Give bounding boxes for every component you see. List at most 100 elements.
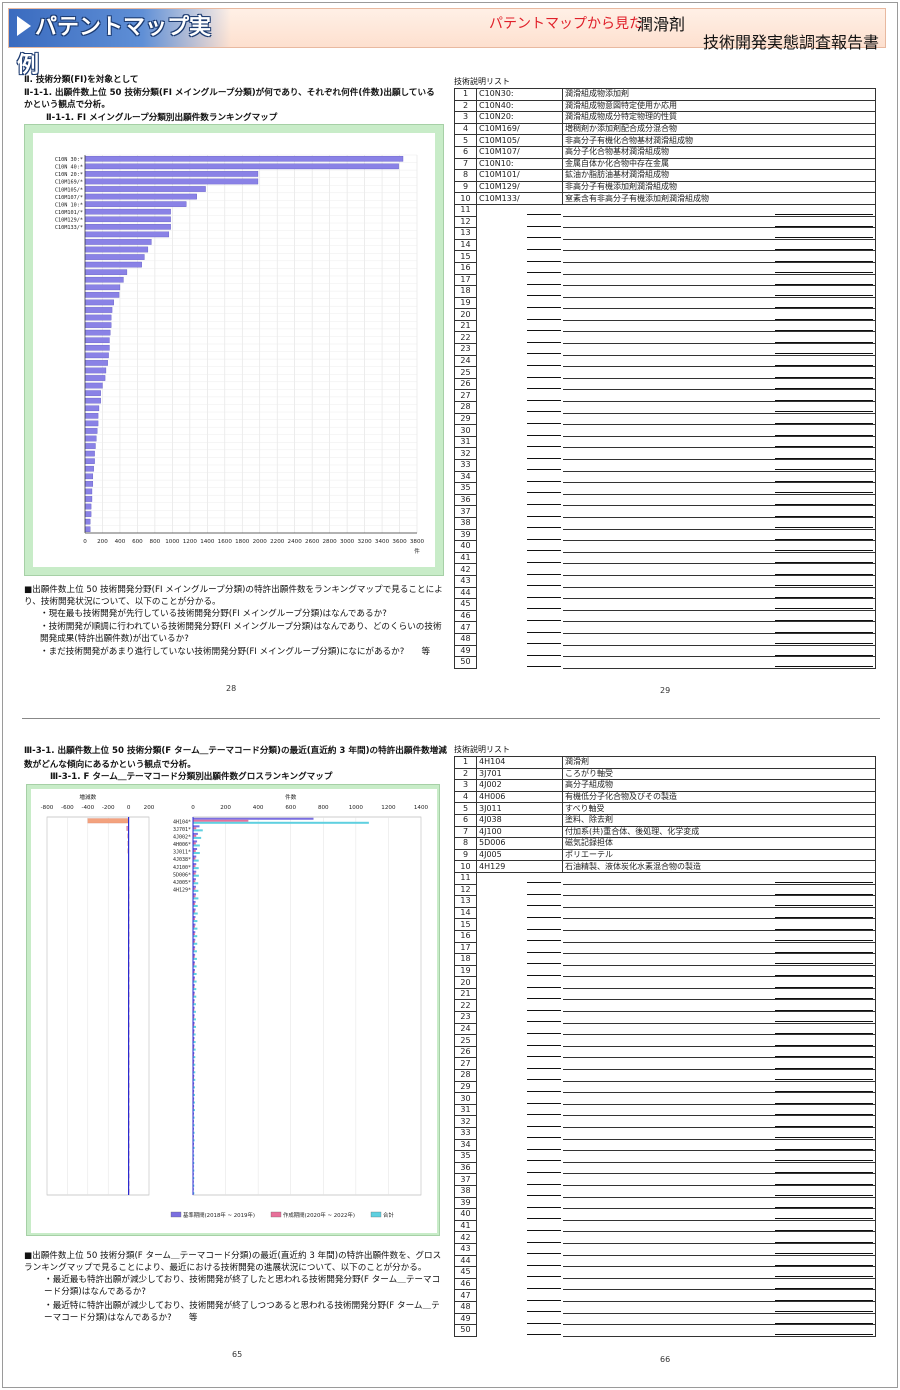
x-tick-label: 1000 — [349, 805, 364, 811]
left-axis-title: 増減数 — [79, 793, 96, 801]
subtitle-prefix: パテントマップから見た — [489, 16, 643, 32]
classification-code — [476, 355, 563, 367]
bar — [84, 488, 93, 495]
table-row: 14 — [454, 906, 876, 920]
x-tick-label: 600 — [132, 539, 143, 545]
x-tick-label: 0 — [83, 539, 87, 545]
classification-code — [476, 1278, 563, 1290]
row-number: 29 — [454, 412, 477, 426]
classification-code — [476, 1069, 563, 1082]
classification-description — [562, 1278, 876, 1291]
classification-description: 金属自体か化合物中存在金属 — [562, 157, 876, 171]
gross-ranking-map-canvas: 増減数 件数 -800 -600 -400 -200 0 200 0 200 400 600 800 10… — [31, 789, 437, 1233]
row-number: 20 — [454, 976, 477, 989]
classification-code — [476, 633, 563, 645]
table-row: 11 — [454, 871, 876, 885]
blank-line — [774, 1070, 873, 1081]
table-row: 7 4J100 付加系(共)重合体、後処理、化学変成 — [454, 825, 876, 839]
blank-line — [527, 217, 561, 227]
table-row: 33 — [454, 1127, 876, 1140]
page-number: 28 — [226, 684, 237, 693]
bar — [84, 443, 96, 449]
bar — [84, 269, 128, 275]
row-number: 11 — [454, 871, 477, 885]
classification-code — [476, 285, 563, 298]
classification-description — [562, 1324, 876, 1337]
blank-line — [774, 1094, 873, 1104]
bar — [84, 390, 101, 396]
legend-label: 合計 — [383, 1211, 394, 1219]
x-tick-label: -600 — [61, 805, 74, 811]
classification-code: 4H104 — [476, 756, 563, 769]
table-row: 16 — [454, 261, 876, 275]
row-number: 33 — [454, 1127, 477, 1140]
blank-line — [527, 321, 561, 332]
row-number: 18 — [454, 953, 477, 966]
table-row: 10 C10M133/窒素含有非高分子有機添加剤潤滑組成物 — [454, 192, 876, 205]
blank-line — [527, 1047, 561, 1058]
blank-line — [527, 1302, 561, 1313]
blank-line — [527, 1291, 561, 1301]
classification-description — [562, 988, 876, 1001]
classification-code — [476, 436, 563, 448]
classification-description — [562, 285, 876, 298]
table-row: 31 — [454, 1103, 876, 1117]
classification-description — [562, 204, 876, 217]
classification-code — [476, 930, 563, 942]
table-row: 50 — [454, 1324, 876, 1337]
right-plot-area — [192, 816, 422, 1196]
series-bar — [193, 825, 200, 828]
blank-line — [774, 1140, 873, 1150]
x-tick-label: 3400 — [375, 539, 390, 545]
classification-code — [476, 563, 563, 576]
x-tick-label: 0 — [127, 805, 131, 811]
category-label: C10M129/* — [55, 218, 83, 224]
table-row: 46 — [454, 609, 876, 623]
bar — [84, 216, 171, 223]
blank-line — [527, 368, 561, 378]
blank-line — [774, 205, 873, 216]
table-row: 11 — [454, 203, 876, 217]
blank-line — [527, 1001, 561, 1011]
classification-description — [562, 1127, 876, 1140]
classification-code — [476, 447, 563, 460]
row-number: 20 — [454, 308, 477, 321]
table-row: 14 — [454, 238, 876, 252]
legend-swatch — [270, 1211, 282, 1218]
table-row: 38 — [454, 1184, 876, 1198]
table-row: 37 — [454, 505, 876, 518]
series-bar — [193, 972, 197, 976]
classification-code — [476, 1011, 563, 1024]
x-tick-label: 400 — [115, 539, 126, 545]
table-row: 2 C10N40: 潤滑組成物意図特定使用か応用 — [454, 99, 876, 113]
blank-line — [527, 495, 561, 506]
classification-description: 窒素含有非高分子有機添加剤潤滑組成物 — [562, 192, 876, 205]
classification-description: ころがり軸受 — [562, 767, 876, 781]
blank-line — [774, 1128, 873, 1139]
classification-code — [476, 1104, 563, 1116]
classification-description — [562, 1139, 876, 1152]
classification-code — [476, 1139, 563, 1151]
table-row: 15 — [454, 918, 876, 931]
series-bar — [193, 927, 198, 930]
row-number: 35 — [454, 1150, 477, 1163]
classification-description: すべり軸受 — [562, 802, 876, 815]
classification-description — [562, 274, 876, 287]
blank-line — [527, 1175, 561, 1185]
blank-line — [774, 611, 873, 621]
bar — [84, 155, 404, 162]
table-row: 29 — [454, 412, 876, 426]
row-number: 47 — [454, 621, 477, 634]
ranking-map-chart: C10N 30:*C10N 40:*C10N 20:*C10M169/*C10M… — [55, 154, 425, 555]
classification-description: 磁気記録担体 — [562, 837, 876, 850]
bar — [84, 465, 94, 472]
bar — [84, 254, 145, 260]
table-row: 30 — [454, 1092, 876, 1105]
classification-description — [562, 540, 876, 553]
diff-bar — [87, 818, 129, 824]
x-tick-label: 800 — [318, 805, 329, 811]
blank-line — [527, 1105, 561, 1116]
classification-description — [562, 1150, 876, 1163]
classification-code — [476, 988, 563, 1000]
table-row: 13 — [454, 227, 876, 240]
